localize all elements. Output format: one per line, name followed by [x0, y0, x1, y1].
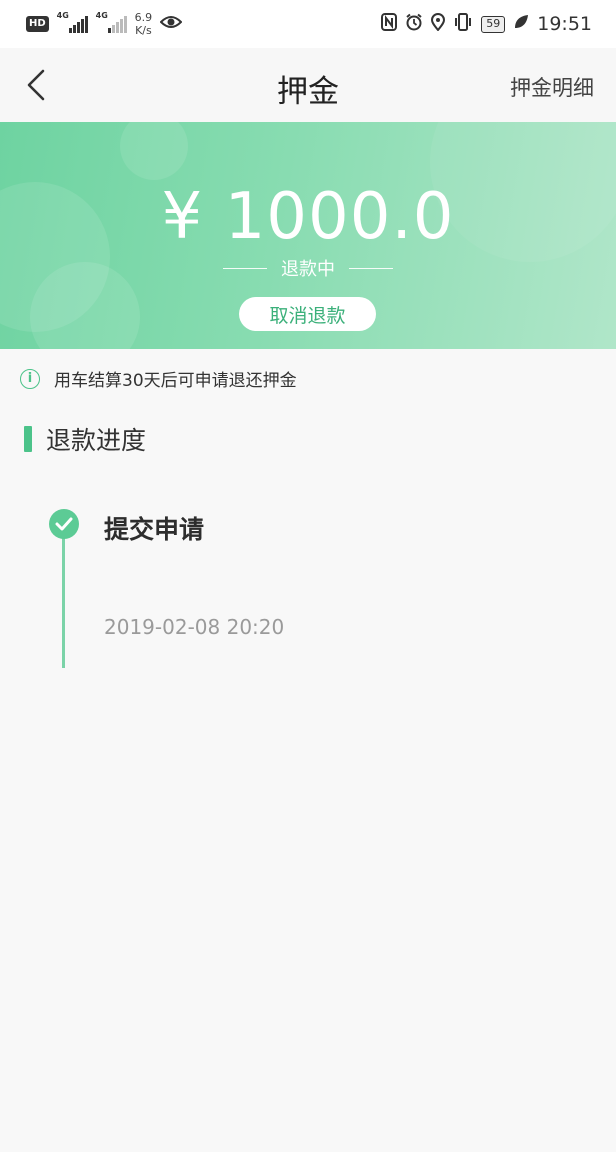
refund-status: 退款中 [0, 255, 616, 281]
timeline-line [62, 530, 65, 668]
nav-bar: 押金 押金明细 [0, 48, 616, 122]
timeline-step-time: 2019-02-08 20:20 [104, 615, 285, 639]
info-icon: i [20, 368, 40, 389]
nfc-icon [381, 13, 398, 35]
timeline-step-title: 提交申请 [104, 515, 205, 544]
refund-progress-header: 退款进度 [24, 421, 146, 457]
status-bar-right: 59 19:51 [381, 13, 592, 35]
deposit-amount: ¥ 1000.0 [161, 180, 455, 254]
signal-icon-2: 4G [96, 11, 127, 33]
section-title: 退款进度 [46, 426, 147, 455]
section-marker [24, 426, 32, 452]
refund-status-text: 退款中 [281, 259, 335, 280]
location-icon [431, 13, 446, 35]
eye-icon [159, 14, 183, 34]
signal-icon: 4G [57, 11, 88, 33]
network-speed: 6.9 K/s [134, 11, 153, 37]
divider [223, 267, 267, 269]
alarm-icon [405, 13, 423, 35]
hd-badge: HD [26, 16, 49, 32]
status-bar: HD 4G 4G 6.9 K/s 59 19:51 [0, 0, 616, 48]
clock: 19:51 [537, 13, 592, 35]
check-icon [49, 509, 79, 539]
divider [349, 267, 393, 269]
status-bar-left: HD 4G 4G 6.9 K/s [26, 11, 183, 37]
deposit-detail-link[interactable]: 押金明细 [510, 72, 594, 102]
cancel-refund-button[interactable]: 取消退款 [239, 297, 376, 331]
deposit-banner: ¥ 1000.0 退款中 取消退款 [0, 122, 616, 349]
notice: i 用车结算30天后可申请退还押金 [20, 366, 297, 391]
battery-indicator: 59 [481, 15, 506, 33]
leaf-icon [513, 14, 529, 34]
vibrate-icon [453, 13, 473, 35]
notice-text: 用车结算30天后可申请退还押金 [54, 371, 297, 391]
